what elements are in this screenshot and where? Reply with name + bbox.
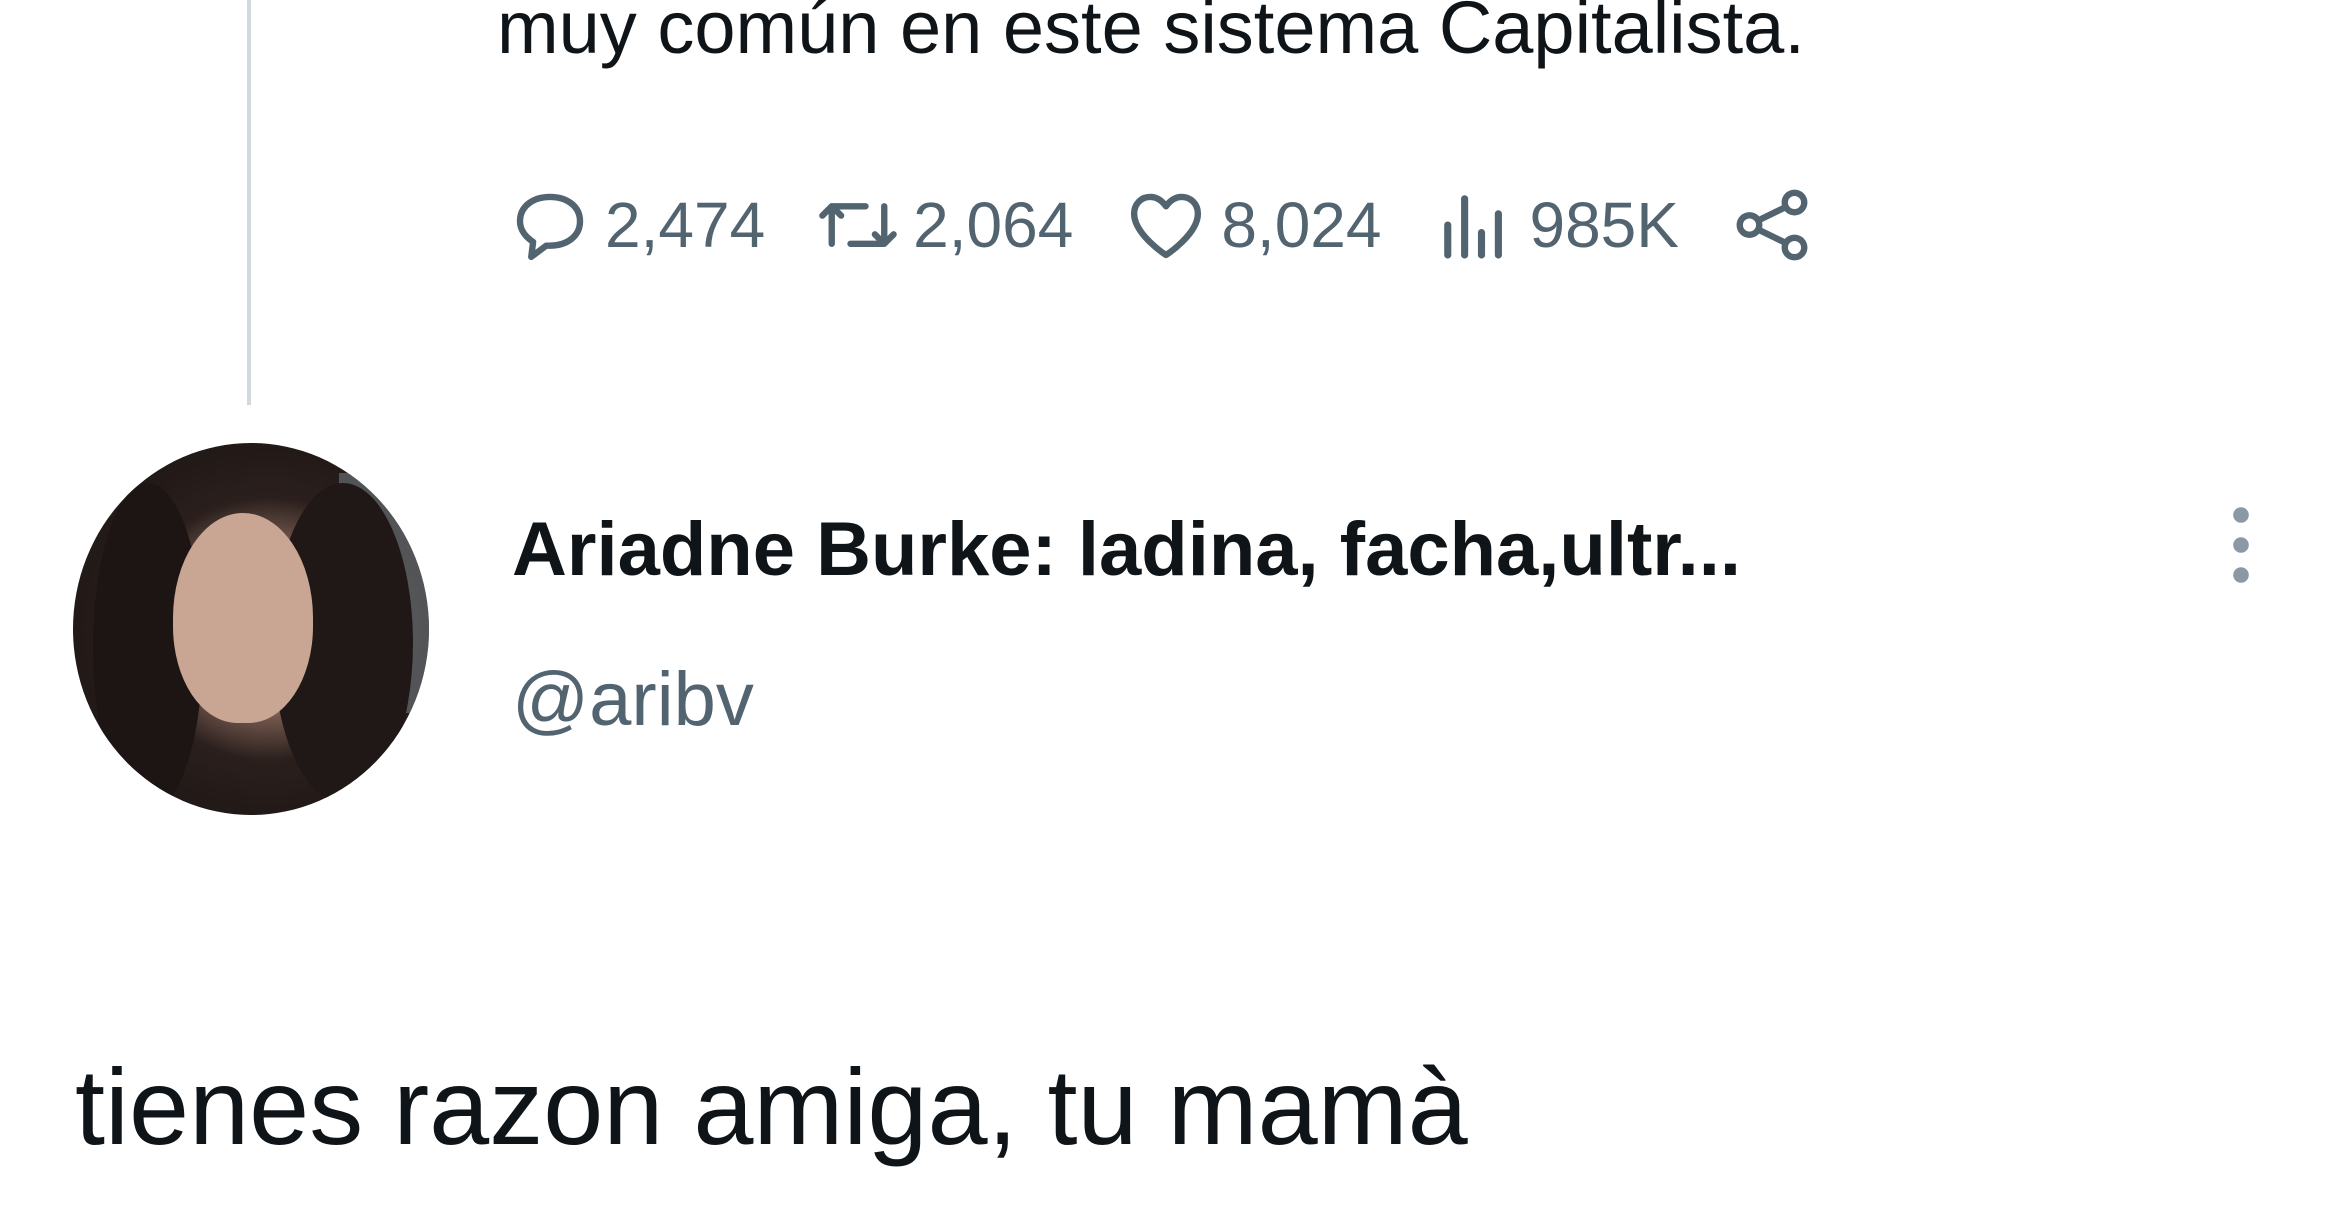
reply-count: 2,474 [605, 189, 766, 261]
views-button[interactable]: 985K [1429, 180, 1679, 270]
author-display-name[interactable]: Ariadne Burke: ladina, facha,ultr... [512, 500, 1741, 600]
like-button[interactable]: 8,024 [1121, 180, 1381, 270]
retweet-icon [819, 203, 897, 247]
like-icon [1131, 193, 1202, 259]
reply-button[interactable]: 2,474 [505, 180, 765, 270]
reply-tweet-text: tienes razon amiga, tu mamà [75, 1046, 1468, 1167]
views-count: 985K [1529, 189, 1679, 261]
share-icon [1736, 189, 1808, 261]
tweet-action-bar: 2,474 2,064 8,024 985K [505, 185, 1865, 265]
retweet-count: 2,064 [913, 189, 1074, 261]
author-handle[interactable]: @aribv [512, 650, 754, 750]
retweet-button[interactable]: 2,064 [813, 180, 1073, 270]
more-vertical-icon[interactable] [2226, 500, 2256, 590]
like-count: 8,024 [1221, 189, 1382, 261]
share-button[interactable] [1727, 180, 1817, 270]
views-icon [1444, 195, 1503, 259]
reply-icon [516, 193, 584, 261]
previous-tweet-text: muy común en este sistema Capitalista. [497, 0, 1805, 69]
thread-connector-line [247, 0, 251, 405]
avatar-face [173, 513, 313, 723]
avatar[interactable] [73, 443, 429, 815]
